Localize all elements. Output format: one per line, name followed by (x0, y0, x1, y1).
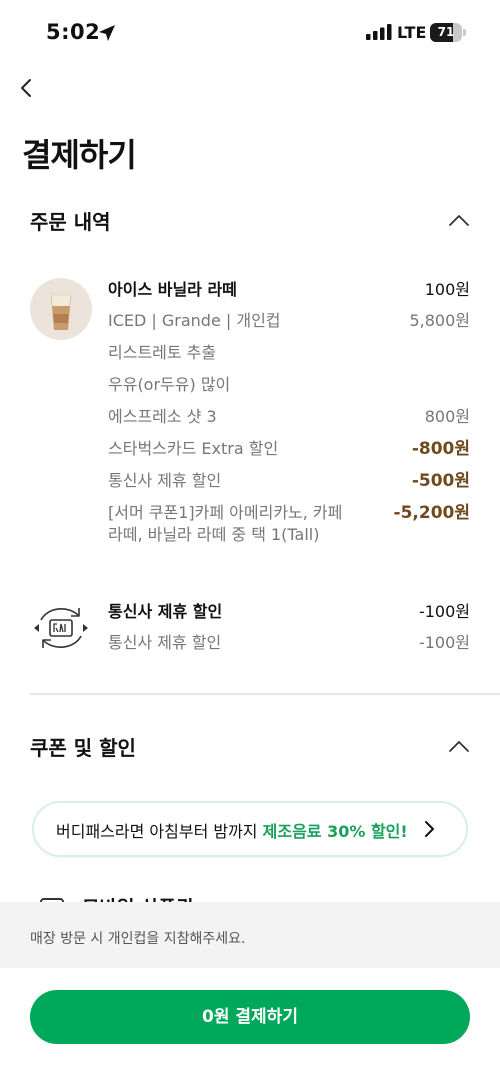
chevron-up-icon[interactable] (448, 736, 470, 758)
option-label: 리스트레토 추출 (108, 343, 217, 362)
telecom-exchange-icon (34, 607, 88, 649)
promo-text: 버디패스라면 아침부터 밤까지 제조음료 30% 할인! (56, 818, 408, 842)
network-label: LTE (397, 23, 427, 42)
promo-highlight: 제조음료 30% 할인! (262, 822, 408, 841)
back-button[interactable] (14, 74, 42, 102)
telecom-discount-item: 통신사 제휴 할인 -100원 통신사 제휴 할인 -100원 (30, 600, 470, 660)
option-value: 5,800원 (409, 311, 470, 330)
product-quantity-price: 100원 (424, 280, 470, 299)
order-item: 아이스 바닐라 라떼 100원 ICED | Grande | 개인컵 5,80… (30, 278, 470, 548)
option-label: 에스프레소 샷 3 (108, 407, 217, 426)
chevron-right-icon (425, 821, 434, 837)
battery-percent: 71 (437, 25, 455, 39)
telecom-discount-name: 통신사 제휴 할인 (108, 602, 223, 621)
coupon-option-label-line2: 라떼, 바닐라 라떼 중 택 1(Tall) (108, 525, 320, 544)
buddy-pass-promo-banner[interactable]: 버디패스라면 아침부터 밤까지 제조음료 30% 할인! (34, 803, 466, 855)
telecom-discount-sub-value: -100원 (418, 633, 470, 652)
option-label: ICED | Grande | 개인컵 (108, 311, 281, 330)
coupon-section-title: 쿠폰 및 할인 (30, 736, 136, 760)
option-label: 스타벅스카드 Extra 할인 (108, 439, 279, 458)
battery-icon: 71 (430, 23, 466, 42)
page-title: 결제하기 (22, 136, 137, 174)
pay-button[interactable]: 0원 결제하기 (30, 990, 470, 1044)
option-value: 800원 (424, 407, 470, 426)
status-bar: 5:02 LTE 71 (0, 0, 500, 66)
discount-value: -500원 (411, 471, 470, 491)
option-label: 우유(or두유) 많이 (108, 375, 231, 394)
promo-prefix: 버디패스라면 아침부터 밤까지 (56, 822, 263, 841)
signal-icon (366, 24, 392, 40)
discount-value: -800원 (411, 439, 470, 459)
product-name: 아이스 바닐라 라떼 (108, 280, 237, 299)
back-arrow-icon (21, 79, 31, 97)
coupon-option-label: [서머 쿠폰1]카페 아메리카노, 카페 (108, 503, 343, 522)
section-divider (30, 693, 500, 695)
order-section-title: 주문 내역 (30, 210, 111, 234)
option-row: [서머 쿠폰1]카페 아메리카노, 카페 라떼, 바닐라 라떼 중 택 1(Ta… (108, 501, 470, 549)
discount-value: -5,200원 (393, 503, 470, 523)
bottom-panel: 매장 방문 시 개인컵을 지참해주세요. 0원 결제하기 (0, 902, 500, 1082)
coupon-section-header[interactable]: 쿠폰 및 할인 (30, 732, 470, 762)
order-section-header[interactable]: 주문 내역 (30, 206, 470, 236)
option-label: 통신사 제휴 할인 (108, 471, 222, 490)
chevron-up-icon[interactable] (448, 210, 470, 232)
product-image (30, 278, 92, 340)
telecom-discount-value: -100원 (418, 602, 470, 621)
status-time: 5:02 (46, 20, 101, 44)
personal-cup-notice: 매장 방문 시 개인컵을 지참해주세요. (30, 931, 246, 947)
location-arrow-icon (99, 25, 115, 41)
notice-bar: 매장 방문 시 개인컵을 지참해주세요. (0, 902, 500, 968)
telecom-discount-sub-label: 통신사 제휴 할인 (108, 633, 222, 652)
